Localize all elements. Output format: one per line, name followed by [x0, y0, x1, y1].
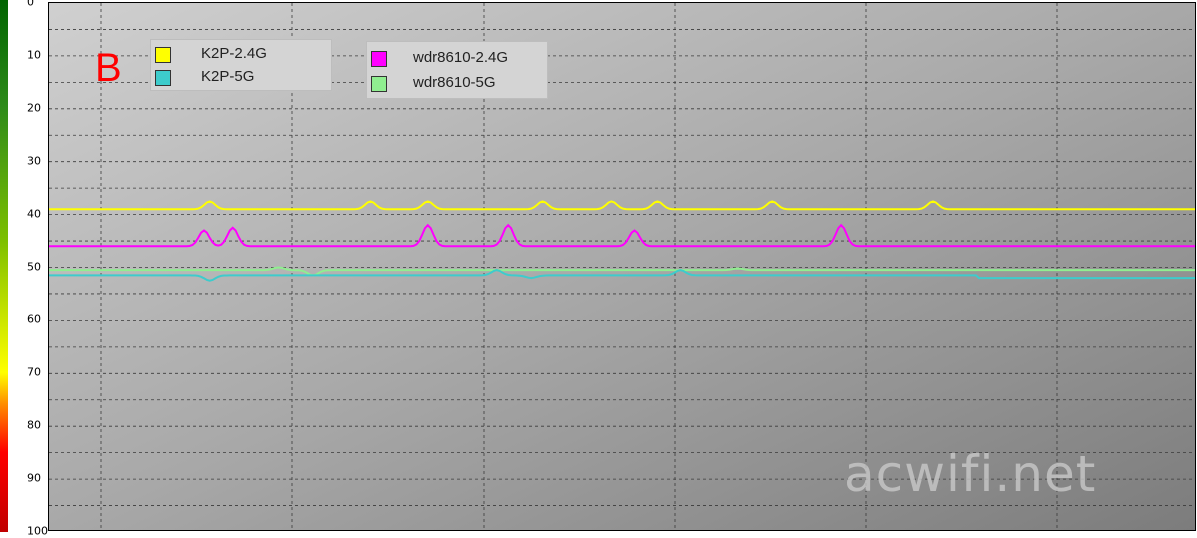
- y-tick-label: 0: [27, 0, 34, 9]
- legend-entry: K2P-2.4G: [151, 42, 331, 66]
- legend-swatch: [371, 51, 387, 67]
- y-axis-labels: 0 10 20 30 40 50 60 70 80 90 100: [8, 0, 48, 538]
- y-tick-label: 60: [27, 312, 41, 326]
- y-tick-label: 10: [27, 48, 41, 62]
- y-tick-label: 70: [27, 365, 41, 379]
- watermark-text: acwifi.net: [844, 445, 1097, 503]
- legend-label: K2P-2.4G: [201, 45, 267, 62]
- chart-annotation-letter: B: [95, 46, 122, 90]
- legend-swatch: [155, 70, 171, 86]
- y-tick-label: 90: [27, 471, 41, 485]
- y-tick-label: 80: [27, 418, 41, 432]
- legend-entry: K2P-5G: [151, 66, 331, 90]
- legend-label: wdr8610-2.4G: [413, 49, 509, 66]
- legend-label: wdr8610-5G: [413, 74, 496, 91]
- legend-label: K2P-5G: [201, 68, 255, 85]
- legend-k2p: K2P-2.4G K2P-5G: [150, 39, 332, 91]
- y-tick-label: 50: [27, 260, 41, 273]
- y-tick-label: 100: [27, 524, 48, 538]
- legend-entry: wdr8610-5G: [367, 72, 547, 96]
- legend-swatch: [155, 47, 171, 63]
- signal-color-scale: [0, 0, 8, 532]
- legend-wdr8610: wdr8610-2.4G wdr8610-5G: [366, 41, 548, 99]
- plot-area: B K2P-2.4G K2P-5G wdr8610-2.4G wdr8610-5…: [48, 2, 1196, 531]
- y-tick-label: 30: [27, 154, 41, 168]
- legend-entry: wdr8610-2.4G: [367, 46, 547, 70]
- y-tick-label: 40: [27, 207, 41, 221]
- legend-swatch: [371, 76, 387, 92]
- y-tick-label: 20: [27, 101, 41, 115]
